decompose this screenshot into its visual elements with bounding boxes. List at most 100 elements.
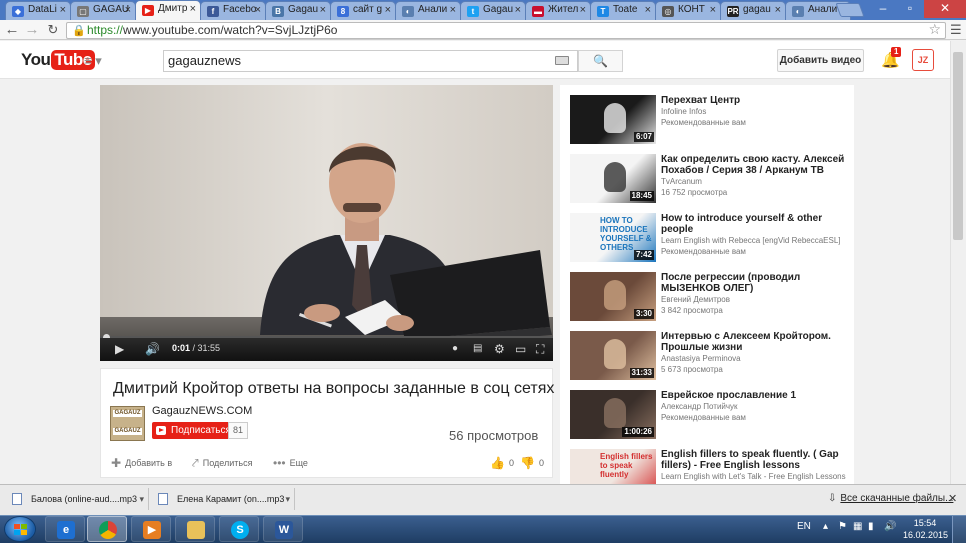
channel-name[interactable]: GagauzNEWS.COM: [152, 405, 252, 417]
video-thumbnail[interactable]: 6:07: [570, 95, 656, 144]
tab-close-icon[interactable]: ×: [450, 4, 456, 16]
reload-icon[interactable]: ↻: [44, 21, 62, 39]
show-desktop-button[interactable]: [952, 516, 966, 543]
taskbar-skype[interactable]: S: [219, 516, 259, 542]
browser-tab[interactable]: PR gagau ×: [720, 1, 786, 20]
related-video-item[interactable]: 1:00:26 Еврейское прославление 1 Александр…: [570, 390, 854, 442]
related-video-item[interactable]: 3:30 После регрессии (проводил МЫЗЕНКОВ О…: [570, 272, 854, 324]
related-video-channel[interactable]: Infoline Infos: [661, 107, 706, 116]
related-video-item[interactable]: 6:07 Перехват Центр Infoline Infos Рекоменд…: [570, 95, 854, 147]
scrollbar-thumb[interactable]: [953, 52, 963, 240]
browser-tab[interactable]: ◎ КОНТ ×: [655, 1, 721, 20]
signal-icon[interactable]: ▮: [868, 521, 874, 532]
browser-tab[interactable]: 8 сайт g ×: [330, 1, 396, 20]
search-input[interactable]: gagauznews: [163, 50, 578, 72]
share-button[interactable]: ⤤ Поделиться: [192, 456, 252, 471]
search-button[interactable]: 🔍: [578, 50, 623, 72]
download-item-2[interactable]: Елена Карамит (on....mp3 ▾: [150, 488, 295, 510]
guide-menu-icon[interactable]: ≡ ▾: [84, 53, 102, 69]
related-video-item[interactable]: HOW TO INTRODUCE YOURSELF & OTHERS 7:42 Ho…: [570, 213, 854, 265]
network-icon[interactable]: ▦: [853, 521, 862, 532]
system-clock[interactable]: 15:54 16.02.2015: [903, 517, 948, 541]
chevron-down-icon[interactable]: ▾: [139, 488, 144, 510]
theater-mode-icon[interactable]: ▭: [515, 341, 526, 357]
back-icon[interactable]: ←: [3, 21, 21, 39]
subscribe-button[interactable]: Подписаться: [152, 422, 237, 439]
taskbar-ie[interactable]: e: [45, 516, 85, 542]
new-tab-button[interactable]: [835, 3, 865, 17]
tab-close-icon[interactable]: ×: [190, 3, 196, 15]
related-video-title[interactable]: Перехват Центр: [661, 95, 851, 106]
related-video-title[interactable]: Как определить свою касту. Алексей Похаб…: [661, 154, 851, 176]
video-thumbnail[interactable]: English fillers to speak fluently: [570, 449, 656, 484]
related-video-channel[interactable]: Евгений Демитров: [661, 295, 730, 304]
close-window-icon[interactable]: ✕: [924, 0, 966, 18]
more-button[interactable]: ••• Еще: [273, 456, 308, 470]
minimize-icon[interactable]: –: [870, 0, 896, 18]
tab-close-icon[interactable]: ×: [60, 4, 66, 16]
tab-close-icon[interactable]: ×: [645, 4, 651, 16]
browser-tab[interactable]: B Gagau ×: [265, 1, 331, 20]
video-thumbnail[interactable]: 31:33: [570, 331, 656, 380]
taskbar-media-player[interactable]: ▶: [131, 516, 171, 542]
taskbar-chrome[interactable]: [87, 516, 127, 542]
tab-close-icon[interactable]: ×: [385, 4, 391, 16]
related-video-item[interactable]: 31:33 Интервью с Алексеем Кройтором. Прош…: [570, 331, 854, 383]
channel-logo[interactable]: GAGAUZ GAGAUZ: [110, 406, 145, 441]
chevron-down-icon[interactable]: ▾: [285, 488, 290, 510]
video-thumbnail[interactable]: 1:00:26: [570, 390, 656, 439]
captions-icon[interactable]: ▤: [473, 341, 482, 357]
language-indicator[interactable]: EN: [797, 521, 811, 532]
maximize-icon[interactable]: ▫: [897, 0, 923, 18]
browser-tab[interactable]: t Gagau ×: [460, 1, 526, 20]
related-video-title[interactable]: How to introduce yourself & other people: [661, 213, 851, 235]
like-button[interactable]: 👍 0: [490, 456, 514, 470]
browser-tab[interactable]: ▢ GAGAU ×: [70, 1, 136, 20]
keyboard-icon[interactable]: [555, 56, 569, 65]
tray-arrow-icon[interactable]: ▴: [823, 521, 828, 532]
related-video-item[interactable]: English fillers to speak fluently English…: [570, 449, 854, 484]
volume-icon[interactable]: 🔊: [145, 341, 160, 357]
fullscreen-icon[interactable]: ⛶: [536, 341, 544, 357]
related-video-channel[interactable]: Anastasiya Perminova: [661, 354, 741, 363]
add-to-button[interactable]: ✚ Добавить в: [111, 456, 172, 470]
related-video-channel[interactable]: Learn English with Let's Talk - Free Eng…: [661, 472, 846, 481]
video-player[interactable]: [100, 85, 553, 361]
avatar[interactable]: JZ: [912, 49, 934, 71]
taskbar-word[interactable]: W: [263, 516, 303, 542]
related-video-channel[interactable]: Learn English with Rebecca [engVid Rebec…: [661, 236, 841, 245]
related-video-title[interactable]: Еврейское прославление 1: [661, 390, 851, 401]
flag-icon[interactable]: ⚑: [838, 521, 847, 532]
tab-close-icon[interactable]: ×: [320, 4, 326, 16]
tab-close-icon[interactable]: ×: [255, 4, 261, 16]
tab-close-icon[interactable]: ×: [515, 4, 521, 16]
video-thumbnail[interactable]: HOW TO INTRODUCE YOURSELF & OTHERS 7:42: [570, 213, 656, 262]
browser-tab[interactable]: ▶ Дмитр ×: [135, 0, 201, 20]
annotations-icon[interactable]: ●: [452, 341, 458, 357]
download-item-1[interactable]: Балова (online-aud....mp3 ▾: [4, 488, 149, 510]
tab-close-icon[interactable]: ×: [775, 4, 781, 16]
tab-close-icon[interactable]: ×: [125, 4, 131, 16]
forward-icon[interactable]: →: [23, 21, 41, 39]
related-video-item[interactable]: 18:45 Как определить свою касту. Алексей …: [570, 154, 854, 206]
volume-tray-icon[interactable]: 🔊: [884, 521, 896, 532]
browser-tab[interactable]: ▬ Жител ×: [525, 1, 591, 20]
related-video-title[interactable]: Интервью с Алексеем Кройтором. Прошлые ж…: [661, 331, 851, 353]
browser-menu-icon[interactable]: ☰: [950, 22, 962, 38]
browser-tab[interactable]: f Facebo ×: [200, 1, 266, 20]
video-thumbnail[interactable]: 18:45: [570, 154, 656, 203]
settings-gear-icon[interactable]: ⚙: [494, 341, 505, 357]
related-video-title[interactable]: После регрессии (проводил МЫЗЕНКОВ ОЛЕГ): [661, 272, 851, 294]
browser-tab[interactable]: ◆ DataLi ×: [5, 1, 71, 20]
video-thumbnail[interactable]: 3:30: [570, 272, 656, 321]
play-icon[interactable]: ▶: [115, 341, 124, 357]
start-button[interactable]: [4, 516, 36, 542]
tab-close-icon[interactable]: ×: [580, 4, 586, 16]
upload-button[interactable]: Добавить видео: [777, 49, 864, 72]
related-video-channel[interactable]: TvArcanum: [661, 177, 702, 186]
browser-tab[interactable]: T Toate ×: [590, 1, 656, 20]
related-video-channel[interactable]: Александр Потийчук: [661, 402, 738, 411]
taskbar-explorer[interactable]: [175, 516, 215, 542]
address-bar[interactable]: 🔒 https://www.youtube.com/watch?v=SvjLJz…: [66, 22, 946, 39]
show-all-downloads-link[interactable]: ⇩ Все скачанные файлы...: [828, 493, 953, 504]
